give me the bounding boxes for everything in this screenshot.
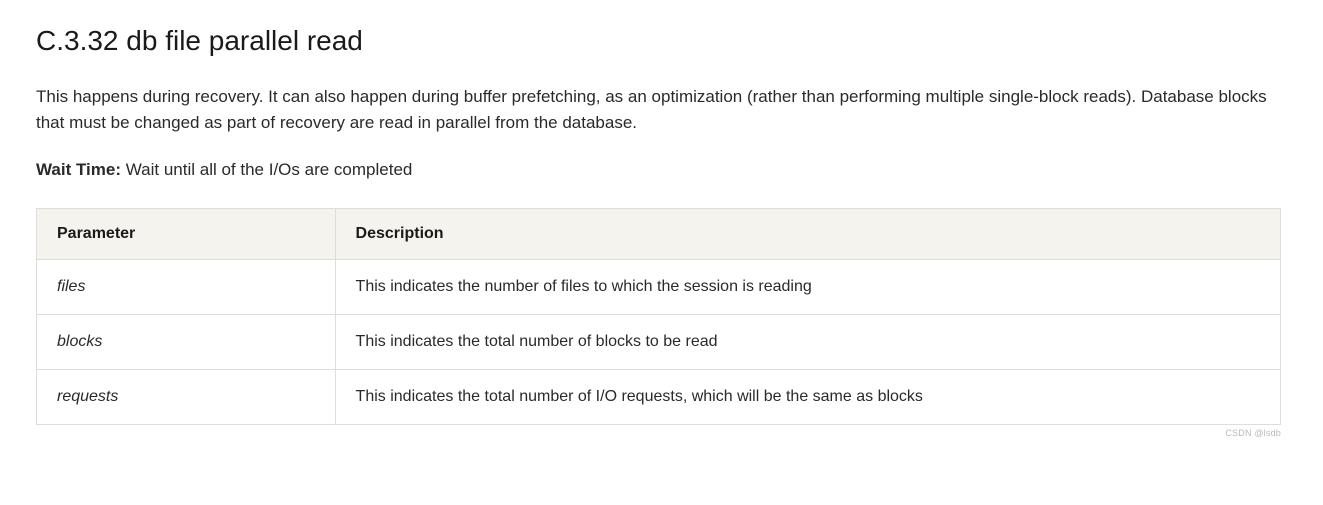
param-description: This indicates the number of files to wh… xyxy=(335,260,1280,315)
section-description: This happens during recovery. It can als… xyxy=(36,84,1276,137)
wait-time-text: Wait until all of the I/Os are completed xyxy=(121,160,412,179)
wait-time-label: Wait Time: xyxy=(36,160,121,179)
table-header-row: Parameter Description xyxy=(37,209,1281,260)
table-row: requests This indicates the total number… xyxy=(37,370,1281,425)
param-name: requests xyxy=(37,370,336,425)
param-description: This indicates the total number of block… xyxy=(335,315,1280,370)
col-header-description: Description xyxy=(335,209,1280,260)
param-name: files xyxy=(37,260,336,315)
param-name: blocks xyxy=(37,315,336,370)
parameter-table: Parameter Description files This indicat… xyxy=(36,208,1281,425)
wait-time-line: Wait Time: Wait until all of the I/Os ar… xyxy=(36,157,1287,183)
table-row: files This indicates the number of files… xyxy=(37,260,1281,315)
section-heading: C.3.32 db file parallel read xyxy=(36,20,1287,62)
col-header-parameter: Parameter xyxy=(37,209,336,260)
watermark: CSDN @lsdb xyxy=(36,427,1281,441)
param-description: This indicates the total number of I/O r… xyxy=(335,370,1280,425)
table-row: blocks This indicates the total number o… xyxy=(37,315,1281,370)
